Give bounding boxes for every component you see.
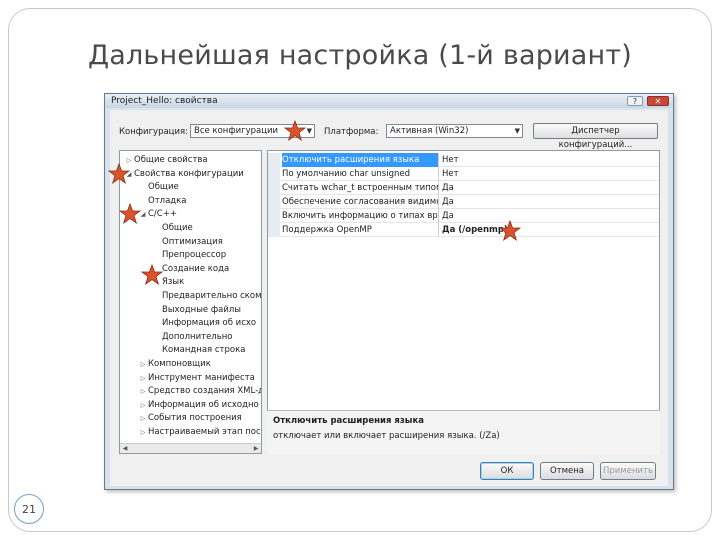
dropdown-arrow-icon: ▼ bbox=[514, 127, 520, 135]
tree-expander-icon[interactable]: ▷ bbox=[138, 426, 148, 439]
tree-item-label: Информация об исхо bbox=[162, 318, 257, 329]
ok-button[interactable]: ОК bbox=[480, 462, 534, 480]
properties-dialog: Project_Hello: свойства ? ✕ Конфигурация… bbox=[104, 93, 674, 490]
property-name: Поддержка OpenMP bbox=[282, 223, 439, 237]
property-name: Включить информацию о типах врем bbox=[282, 209, 439, 223]
tree-item-label: Средство создания XML-д bbox=[148, 386, 262, 397]
property-name: По умолчанию char unsigned bbox=[282, 167, 439, 181]
dialog-title: Project_Hello: свойства bbox=[111, 96, 218, 106]
apply-button[interactable]: Применить bbox=[600, 462, 656, 480]
dialog-titlebar: Project_Hello: свойства bbox=[105, 94, 673, 108]
description-title: Отключить расширения языка bbox=[273, 416, 424, 426]
property-row[interactable]: Включить информацию о типах врем Да bbox=[268, 209, 659, 223]
tree-item[interactable]: ▷ Инструмент манифеста bbox=[120, 372, 255, 385]
tree-item[interactable]: ▷ Компоновщик bbox=[120, 358, 211, 371]
property-name: Обеспечение согласования видимос bbox=[282, 195, 439, 209]
tree-item[interactable]: Создание кода bbox=[120, 263, 229, 276]
tree-item-label: События построения bbox=[148, 413, 242, 424]
tree-item[interactable]: ▷ Настраиваемый этап пос bbox=[120, 426, 261, 439]
scroll-right-icon[interactable]: ▶ bbox=[251, 444, 261, 453]
page-number-badge: 21 bbox=[14, 494, 44, 524]
tree-item[interactable]: ◢ Свойства конфигурации bbox=[120, 168, 244, 181]
dialog-client-area: Конфигурация: Все конфигурации ▼ Платфор… bbox=[110, 110, 668, 486]
property-value[interactable]: Да bbox=[442, 181, 454, 195]
tree-item-label: Создание кода bbox=[162, 263, 230, 274]
row-gutter bbox=[268, 209, 280, 223]
property-tree[interactable]: ▷ Настраиваемый этап пос ▷ События построен… bbox=[119, 150, 262, 454]
tree-item[interactable]: ▷ Средство создания XML-д bbox=[120, 385, 262, 398]
tree-item-label: Отладка bbox=[148, 195, 187, 206]
tree-item[interactable]: Информация об исхо bbox=[120, 317, 256, 330]
tree-item-label: Командная строка bbox=[162, 345, 246, 356]
property-value[interactable]: Нет bbox=[442, 167, 459, 181]
property-value[interactable]: Да (/openmp) bbox=[442, 223, 508, 237]
property-row[interactable]: По умолчанию char unsigned Нет bbox=[268, 167, 659, 181]
tree-item[interactable]: Препроцессор bbox=[120, 249, 226, 262]
close-button[interactable]: ✕ bbox=[647, 96, 669, 106]
tree-horizontal-scrollbar[interactable]: ◀ ▶ bbox=[120, 443, 261, 453]
property-name: Отключить расширения языка bbox=[282, 153, 439, 167]
property-value[interactable]: Да bbox=[442, 195, 454, 209]
tree-item[interactable]: Предварительно ском bbox=[120, 290, 262, 303]
star-marker-icon bbox=[119, 203, 141, 224]
platform-value: Активная (Win32) bbox=[390, 126, 469, 136]
tree-item[interactable]: Оптимизация bbox=[120, 236, 223, 249]
tree-expander-icon[interactable]: ▷ bbox=[138, 412, 148, 425]
tree-item-label: Общие bbox=[148, 182, 179, 193]
property-name: Считать wchar_t встроенным типом bbox=[282, 181, 439, 195]
tree-item-label: Компоновщик bbox=[148, 359, 211, 369]
tree-item[interactable]: Дополнительно bbox=[120, 331, 233, 344]
cancel-button[interactable]: Отмена bbox=[540, 462, 594, 480]
slide-title: Дальнейшая настройка (1-й вариант) bbox=[87, 40, 633, 71]
tree-item-label: Общие свойства bbox=[134, 155, 208, 165]
tree-item[interactable]: ▷ Общие свойства bbox=[120, 154, 208, 167]
configuration-value: Все конфигурации bbox=[194, 126, 279, 136]
row-gutter bbox=[268, 223, 280, 237]
platform-label: Платформа: bbox=[324, 127, 379, 137]
tree-item-label: C/C++ bbox=[148, 209, 177, 220]
tree-item-label: Язык bbox=[162, 277, 185, 288]
tree-expander-icon[interactable]: ▷ bbox=[138, 358, 148, 371]
property-row[interactable]: Считать wchar_t встроенным типом Да bbox=[268, 181, 659, 195]
tree-item-label: Инструмент манифеста bbox=[148, 372, 255, 383]
tree-item[interactable]: Командная строка bbox=[120, 344, 245, 357]
tree-item[interactable]: ▷ События построения bbox=[120, 412, 242, 425]
tree-item-label: Препроцессор bbox=[162, 250, 227, 261]
tree-expander-icon[interactable]: ▷ bbox=[138, 385, 148, 398]
property-value[interactable]: Нет bbox=[442, 153, 459, 167]
star-marker-icon bbox=[499, 220, 521, 241]
tree-item-label: Информация об исходно bbox=[148, 399, 259, 410]
tree-item-label: Свойства конфигурации bbox=[134, 168, 244, 179]
platform-select[interactable]: Активная (Win32) ▼ bbox=[386, 124, 523, 138]
dropdown-arrow-icon: ▼ bbox=[306, 127, 312, 135]
row-gutter bbox=[268, 153, 280, 167]
help-button[interactable]: ? bbox=[627, 96, 643, 106]
tree-item-label: Общие bbox=[162, 223, 193, 233]
configuration-label: Конфигурация: bbox=[119, 127, 188, 137]
property-row[interactable]: Поддержка OpenMP Да (/openmp) bbox=[268, 223, 659, 237]
scroll-left-icon[interactable]: ◀ bbox=[120, 444, 130, 453]
tree-item[interactable]: Выходные файлы bbox=[120, 304, 241, 317]
property-row[interactable]: Отключить расширения языка Нет bbox=[268, 153, 659, 167]
config-manager-button[interactable]: Диспетчер конфигураций... bbox=[533, 123, 658, 150]
row-gutter bbox=[268, 195, 280, 209]
tree-item-label: Выходные файлы bbox=[162, 304, 241, 315]
tree-item-label: Оптимизация bbox=[162, 236, 223, 247]
star-marker-icon bbox=[141, 264, 163, 285]
property-grid[interactable]: Отключить расширения языка Нет По умолчани… bbox=[267, 150, 660, 454]
row-gutter bbox=[268, 167, 280, 181]
row-gutter bbox=[268, 181, 280, 195]
tree-item[interactable]: ▷ Информация об исходно bbox=[120, 399, 259, 412]
tree-item-label: Дополнительно bbox=[162, 331, 233, 342]
description-panel: Отключить расширения языка отключает или… bbox=[267, 410, 660, 454]
star-marker-icon bbox=[284, 120, 306, 141]
property-value[interactable]: Да bbox=[442, 209, 454, 223]
tree-expander-icon[interactable]: ▷ bbox=[138, 372, 148, 385]
tree-item-label: Настраиваемый этап пос bbox=[148, 427, 261, 437]
description-text: отключает или включает расширения языка.… bbox=[273, 431, 500, 441]
tree-expander-icon[interactable]: ▷ bbox=[138, 399, 148, 412]
star-marker-icon bbox=[108, 163, 130, 184]
tree-item-label: Предварительно ском bbox=[162, 291, 262, 301]
property-row[interactable]: Обеспечение согласования видимос Да bbox=[268, 195, 659, 209]
